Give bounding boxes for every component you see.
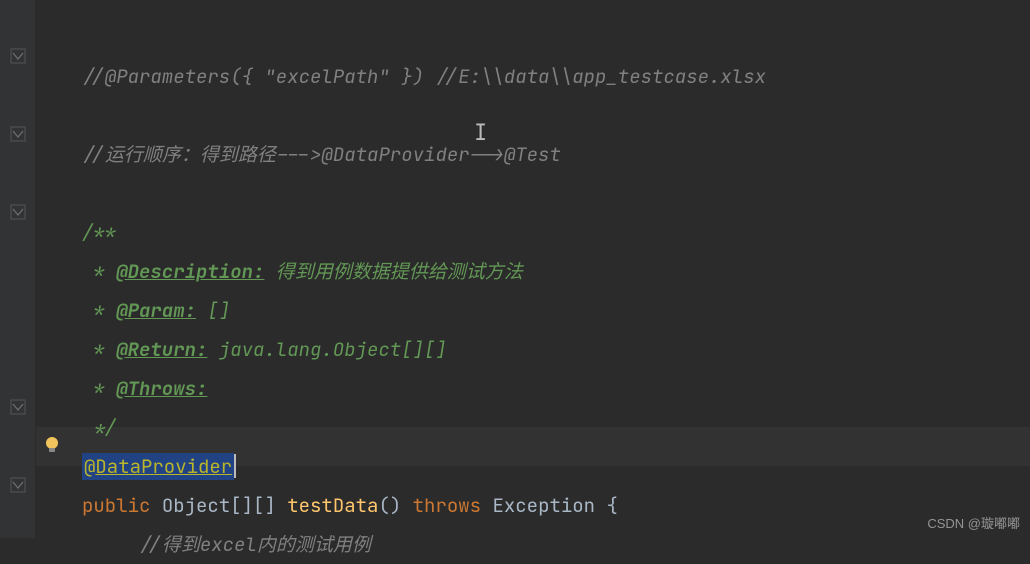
code-line: /**: [82, 213, 1030, 252]
comment-text: //得到excel内的测试用例: [139, 532, 371, 557]
collapse-icon[interactable]: [10, 399, 26, 415]
javadoc-tag: @Return:: [116, 337, 207, 362]
comment-text: --->@Data: [276, 142, 379, 167]
javadoc-text: []: [196, 298, 230, 323]
javadoc-text: 得到用例数据提供给测试方法: [264, 259, 522, 284]
code-line: * @Throws:: [82, 369, 1030, 408]
collapse-icon[interactable]: [10, 48, 26, 64]
javadoc-start: /**: [82, 220, 116, 245]
code-line: //@Parameters({ "excelPath" }) //E:\\dat…: [82, 57, 1030, 96]
watermark-text: CSDN @璇嘟嘟: [927, 513, 1020, 532]
collapse-icon[interactable]: [10, 204, 26, 220]
method-name: testData: [287, 493, 378, 518]
parens: (): [378, 493, 401, 518]
code-line: //得到excel内的测试用例: [82, 525, 1030, 564]
code-line: @DataProvider: [82, 447, 1030, 486]
code-line: //运行顺序：得到路径--->@DataIProvider-->@Test: [82, 135, 1030, 174]
javadoc-tag: @Param:: [116, 298, 196, 323]
javadoc-text: java.lang.Object[][]: [207, 337, 446, 362]
code-editor[interactable]: //@Parameters({ "excelPath" }) //E:\\dat…: [36, 0, 1030, 538]
collapse-icon[interactable]: [10, 477, 26, 493]
comment-text: //: [82, 142, 105, 167]
open-brace: {: [606, 493, 617, 518]
javadoc-tag: @Throws:: [116, 376, 207, 401]
text-caret: [234, 454, 236, 478]
type: Exception: [492, 493, 595, 518]
type: Object[][]: [162, 493, 276, 518]
comment-text: Provider-->@Test: [378, 142, 560, 167]
javadoc-end: */: [82, 415, 116, 440]
code-line: * @Description: 得到用例数据提供给测试方法: [82, 252, 1030, 291]
editor-gutter: [0, 0, 36, 538]
code-line: * @Return: java.lang.Object[][]: [82, 330, 1030, 369]
annotation-name: DataProvider: [95, 454, 232, 479]
code-line: */: [82, 408, 1030, 447]
code-line: * @Param: []: [82, 291, 1030, 330]
collapse-icon[interactable]: [10, 126, 26, 142]
text-cursor-icon: I: [474, 113, 487, 152]
comment-text: //@Parameters({ "excelPath" }) //E:\\dat…: [82, 64, 766, 89]
comment-text: 运行顺序：得到路径: [105, 142, 276, 167]
code-line: public Object[][] testData() throws Exce…: [82, 486, 1030, 525]
annotation-at: @: [84, 454, 95, 479]
keyword: throws: [413, 493, 481, 518]
javadoc-tag: @Description:: [116, 259, 264, 284]
keyword: public: [82, 493, 150, 518]
